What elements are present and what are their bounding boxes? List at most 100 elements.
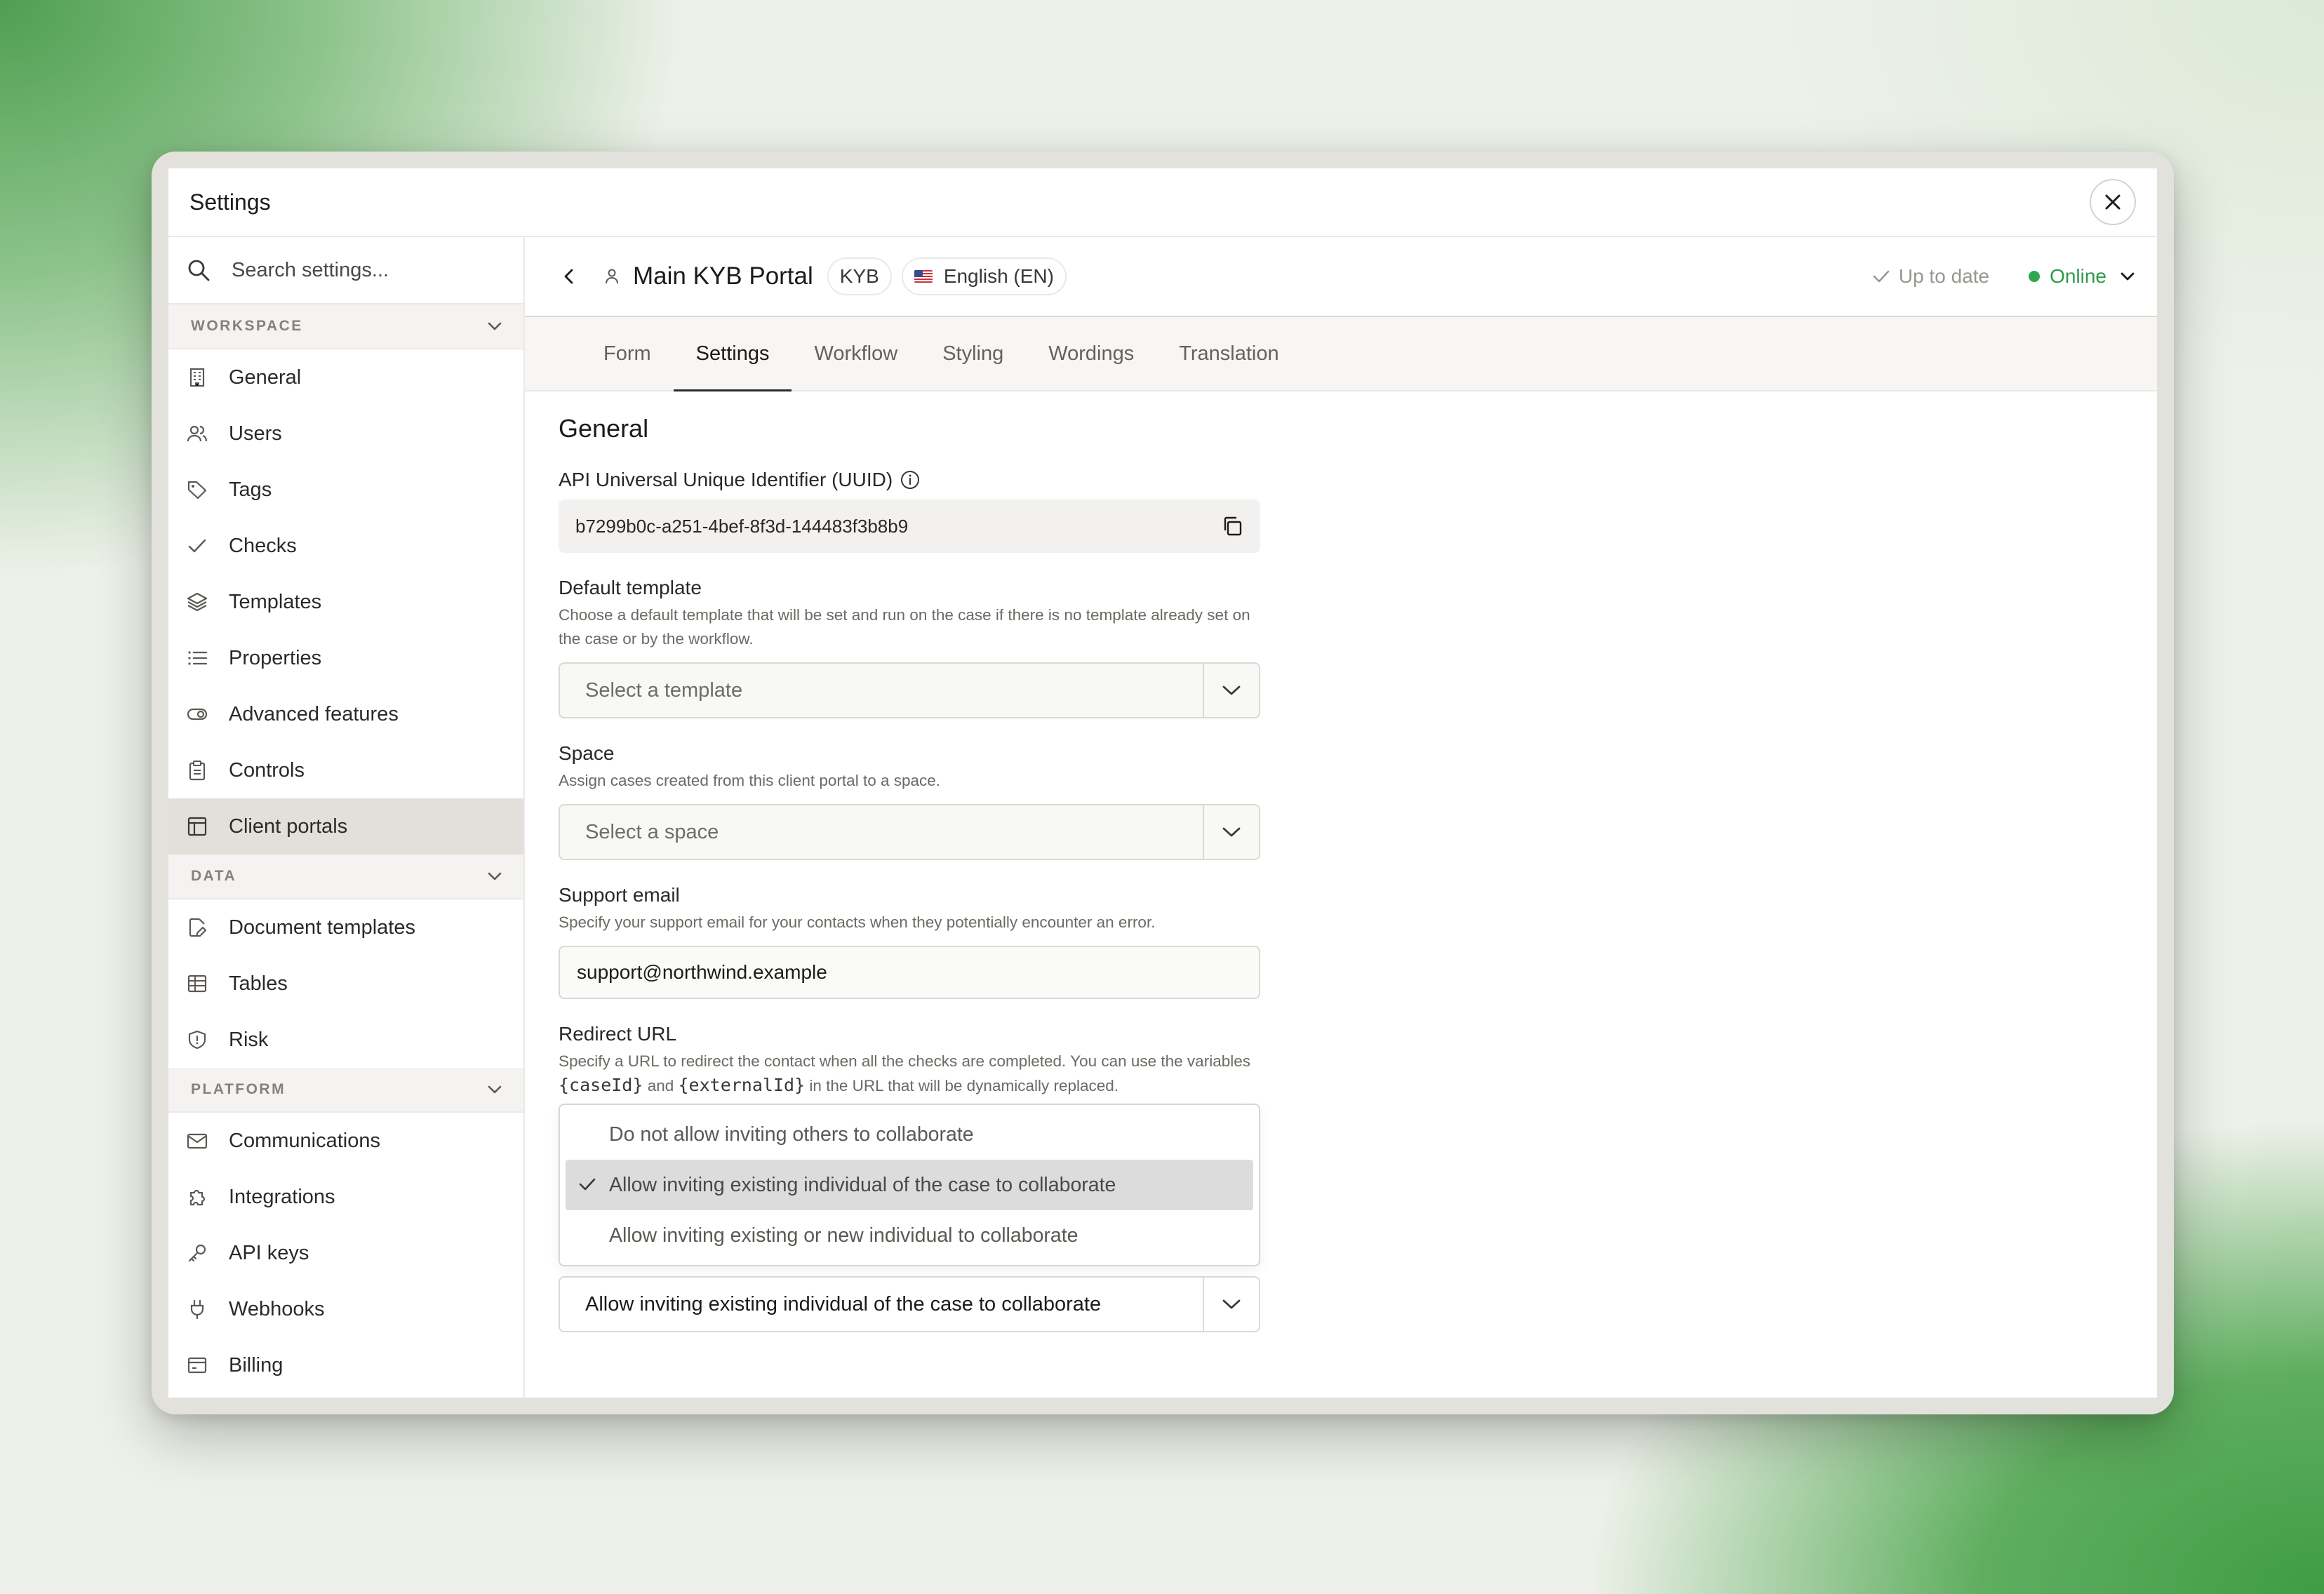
sidebar-item-billing[interactable]: Billing [168, 1337, 523, 1393]
tab-workflow[interactable]: Workflow [792, 317, 920, 390]
sidebar-item-document-templates[interactable]: Document templates [168, 899, 523, 956]
list-icon [188, 651, 208, 665]
sidebar: Search settings... WORKSPACE General Use… [168, 237, 525, 1398]
close-icon [2105, 194, 2121, 210]
section-heading: General [559, 414, 649, 443]
sync-status-label: Up to date [1898, 265, 1990, 287]
tab-styling[interactable]: Styling [920, 317, 1026, 390]
select-caret[interactable] [1203, 1278, 1259, 1331]
uuid-label: API Universal Unique Identifier (UUID) [559, 469, 1260, 491]
portal-type-chip: KYB [827, 257, 892, 295]
section-workspace[interactable]: WORKSPACE [168, 304, 523, 349]
space-select[interactable]: Select a space [559, 804, 1260, 860]
settings-window: Settings Search settings... WORKSPACE Ge… [168, 168, 2157, 1398]
select-caret[interactable] [1203, 805, 1259, 859]
sidebar-item-client-portals[interactable]: Client portals [168, 798, 523, 855]
select-caret[interactable] [1203, 664, 1259, 717]
sync-status: Up to date [1872, 265, 1989, 288]
tab-settings[interactable]: Settings [673, 317, 792, 391]
check-icon [579, 1178, 596, 1191]
sidebar-item-controls[interactable]: Controls [168, 742, 523, 798]
support-email-input[interactable]: support@northwind.example [559, 946, 1260, 999]
close-button[interactable] [2090, 179, 2136, 225]
section-data[interactable]: DATA [168, 855, 523, 899]
collaboration-select[interactable]: Allow inviting existing individual of th… [559, 1276, 1260, 1332]
language-label: English (EN) [943, 265, 1054, 287]
sidebar-item-checks[interactable]: Checks [168, 518, 523, 574]
sidebar-item-api-keys[interactable]: API keys [168, 1225, 523, 1281]
info-icon[interactable] [900, 469, 921, 490]
main-panel: Main KYB Portal KYB English (EN) Up to d… [525, 237, 2157, 1398]
file-edit-icon [189, 918, 207, 937]
support-email-help: Specify your support email for your cont… [559, 913, 1156, 931]
sidebar-item-tags[interactable]: Tags [168, 462, 523, 518]
chevron-down-icon [2121, 272, 2135, 281]
plug-icon [190, 1299, 204, 1320]
sidebar-item-tables[interactable]: Tables [168, 956, 523, 1012]
option-invite-existing[interactable]: Allow inviting existing individual of th… [566, 1160, 1253, 1210]
section-label: DATA [191, 868, 237, 884]
sidebar-item-label: Properties [229, 646, 322, 669]
sidebar-item-properties[interactable]: Properties [168, 630, 523, 686]
redirect-url-label: Redirect URL [559, 1023, 677, 1045]
tab-bar: Form Settings Workflow Styling Wordings … [525, 317, 2157, 391]
option-label: Allow inviting existing individual of th… [609, 1173, 1116, 1196]
space-help: Assign cases created from this client po… [559, 772, 941, 789]
sidebar-item-label: Templates [229, 590, 322, 613]
toggle-icon [187, 708, 208, 721]
puzzle-icon [189, 1189, 206, 1206]
back-icon[interactable] [559, 266, 580, 287]
chevron-down-icon [488, 1085, 502, 1094]
option-invite-existing-or-new[interactable]: Allow inviting existing or new individua… [566, 1210, 1253, 1261]
search-input[interactable]: Search settings... [232, 259, 389, 282]
default-template-select[interactable]: Select a template [559, 662, 1260, 718]
section-platform[interactable]: PLATFORM [168, 1068, 523, 1113]
online-label: Online [2050, 265, 2106, 287]
building-icon [189, 368, 205, 387]
chevron-down-icon [488, 322, 502, 330]
sidebar-item-advanced-features[interactable]: Advanced features [168, 686, 523, 742]
sidebar-item-templates[interactable]: Templates [168, 574, 523, 630]
sidebar-item-risk[interactable]: Risk [168, 1012, 523, 1068]
portal-name: Main KYB Portal [633, 262, 813, 290]
sidebar-item-users[interactable]: Users [168, 406, 523, 462]
copy-icon[interactable] [1221, 515, 1243, 537]
sidebar-item-label: Communications [229, 1129, 380, 1152]
help-text: and [647, 1077, 674, 1094]
language-chip[interactable]: English (EN) [901, 257, 1067, 295]
window-title: Settings [189, 189, 271, 215]
table-icon [187, 975, 207, 993]
shield-icon [188, 1030, 206, 1050]
sidebar-item-integrations[interactable]: Integrations [168, 1169, 523, 1225]
default-template-label: Default template [559, 577, 702, 598]
space-label: Space [559, 742, 615, 764]
select-placeholder: Select a space [585, 820, 719, 843]
layers-icon [187, 592, 208, 612]
chevron-down-icon [488, 872, 502, 880]
tab-form[interactable]: Form [581, 317, 674, 390]
select-placeholder: Select a template [585, 678, 743, 702]
tab-wordings[interactable]: Wordings [1026, 317, 1156, 390]
sidebar-item-label: Checks [229, 534, 297, 557]
window-header: Settings [168, 168, 2157, 237]
check-icon [1873, 270, 1890, 283]
check-icon [188, 539, 206, 553]
sidebar-item-webhooks[interactable]: Webhooks [168, 1281, 523, 1337]
chevron-down-icon [1222, 1299, 1241, 1309]
search-settings[interactable]: Search settings... [168, 237, 523, 304]
sidebar-item-general[interactable]: General [168, 349, 523, 406]
select-value: Allow inviting existing individual of th… [585, 1292, 1102, 1315]
help-text: in the URL that will be dynamically repl… [809, 1077, 1119, 1094]
online-dot [2029, 271, 2041, 282]
option-no-invite[interactable]: Do not allow inviting others to collabor… [566, 1109, 1253, 1160]
sidebar-item-label: API keys [229, 1241, 309, 1264]
tab-translation[interactable]: Translation [1156, 317, 1301, 390]
help-text: Specify a URL to redirect the contact wh… [559, 1052, 1250, 1070]
sidebar-item-label: Webhooks [229, 1297, 325, 1320]
sidebar-item-label: Controls [229, 758, 305, 782]
section-label: WORKSPACE [191, 318, 303, 334]
sidebar-item-label: Client portals [229, 815, 348, 838]
sidebar-item-communications[interactable]: Communications [168, 1113, 523, 1169]
user-icon [606, 269, 618, 284]
online-status-dropdown[interactable]: Online [2029, 265, 2136, 288]
